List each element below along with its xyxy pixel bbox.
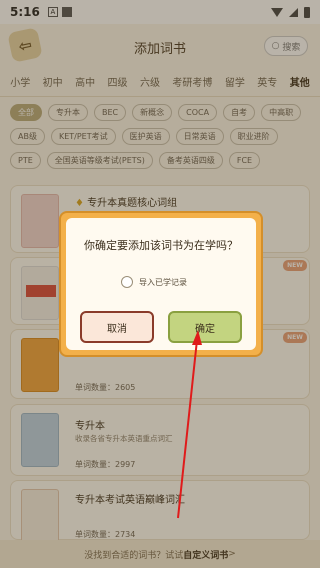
annotation-arrow-head: [192, 330, 202, 345]
annotation-arrow: [177, 330, 202, 519]
annotation-arrow-line: [177, 339, 198, 519]
